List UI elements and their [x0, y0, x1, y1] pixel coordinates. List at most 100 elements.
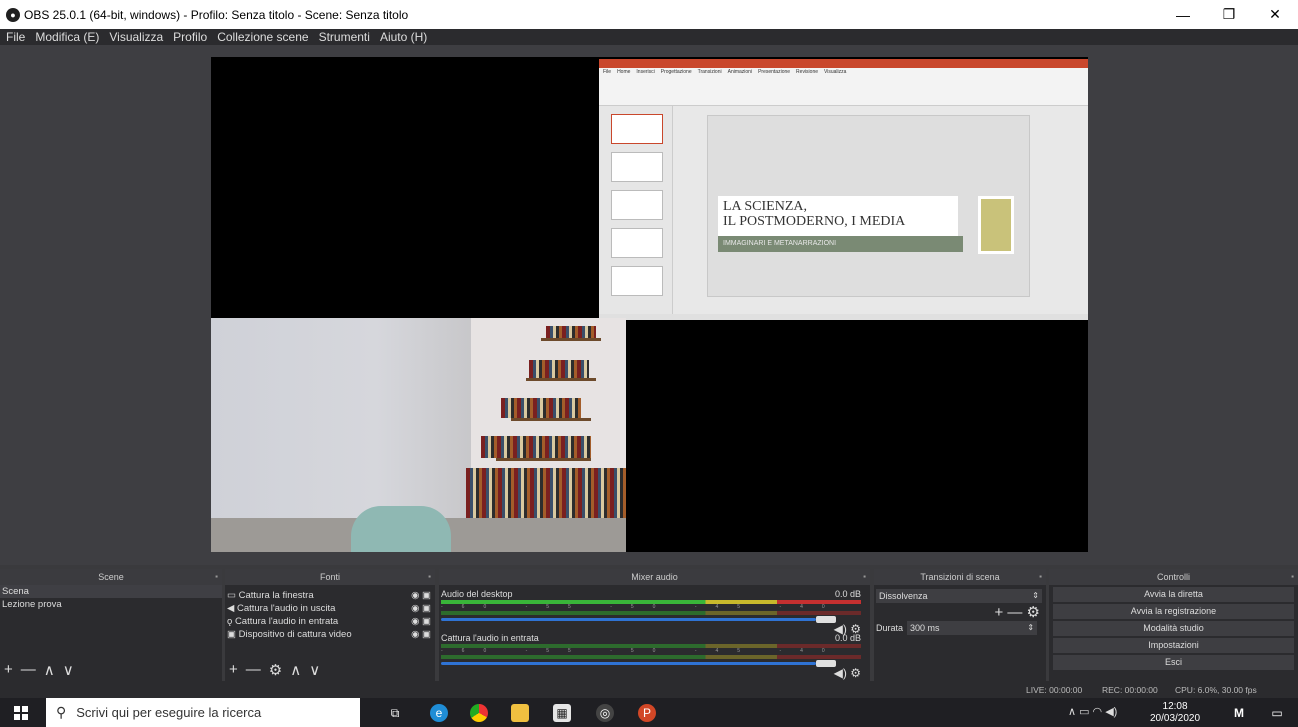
transitions-dock: Transizioni di scena ▪ Dissolvenza ⇕ + — ⚙…: [874, 569, 1046, 681]
meter-ticks: -60 -55 -50 -45 -40 -35 -30 -25 -20 -15 …: [441, 648, 861, 654]
move-scene-up-button[interactable]: ∧: [44, 661, 55, 679]
cpu-usage: CPU: 6.0%, 30.00 fps: [1175, 685, 1257, 695]
exit-button[interactable]: Esci: [1053, 655, 1294, 670]
app-tray-icon[interactable]: M: [1230, 704, 1248, 722]
taskbar-clock[interactable]: 12:08 20/03/2020: [1150, 701, 1200, 725]
volume-meter: [441, 611, 861, 615]
slide-image: [978, 196, 1014, 254]
live-timer: LIVE: 00:00:00: [1026, 685, 1083, 695]
obs-logo-icon: ●: [6, 7, 20, 22]
duration-label: Durata: [876, 623, 904, 633]
powerpoint-icon[interactable]: P: [638, 704, 656, 722]
window-icon: ▭: [227, 590, 236, 601]
transition-tools: + — ⚙: [874, 603, 1046, 621]
chair: [351, 506, 451, 552]
slide-preview: LA SCIENZA, IL POSTMODERNO, I MEDIA IMMA…: [707, 115, 1030, 297]
duration-spinbox[interactable]: 300 ms ⇕: [907, 621, 1038, 635]
video-capture-webcam: [211, 318, 626, 552]
mixer-track-mic: Cattura l'audio in entrata 0.0 dB -60 -55…: [441, 633, 861, 680]
add-transition-button[interactable]: +: [994, 604, 1003, 621]
transitions-title: Transizioni di scena: [920, 572, 1000, 582]
camera-icon: ▣: [227, 629, 236, 640]
cortana-icon[interactable]: ○: [345, 704, 363, 722]
controls-title: Controlli: [1156, 572, 1190, 582]
track-level: 0.0 dB: [834, 633, 861, 643]
volume-slider[interactable]: [441, 616, 836, 623]
scene-item[interactable]: Lezione prova: [0, 598, 222, 611]
source-item[interactable]: ▣ Dispositivo di cattura video ◉ ▣: [225, 628, 435, 641]
menu-strumenti[interactable]: Strumenti: [313, 30, 374, 44]
remove-source-button[interactable]: —: [246, 661, 261, 679]
start-recording-button[interactable]: Avvia la registrazione: [1053, 604, 1294, 619]
visibility-eye-icon[interactable]: ◉ ▣: [411, 589, 431, 602]
mixer-track-desktop: Audio del desktop 0.0 dB -60 -55 -50 -45 …: [441, 589, 861, 636]
visibility-eye-icon[interactable]: ◉ ▣: [411, 602, 431, 615]
track-name: Cattura l'audio in entrata: [441, 633, 539, 643]
source-properties-button[interactable]: ⚙: [269, 661, 282, 679]
visibility-eye-icon[interactable]: ◉ ▣: [411, 628, 431, 641]
scenes-dock: Scene ▪ Scena Lezione prova + — ∧ ∨: [0, 569, 222, 681]
search-icon: ⚲: [56, 704, 67, 720]
dropdown-icon: ⇕: [1032, 591, 1039, 600]
menu-file[interactable]: File: [0, 30, 29, 44]
mixer-dock: Mixer audio ▪ Audio del desktop 0.0 dB -60…: [439, 569, 870, 681]
obs-taskbar-icon[interactable]: ◎: [596, 704, 614, 722]
speaker-mute-icon[interactable]: ◀) ⚙: [834, 666, 861, 680]
title-bar: ● OBS 25.0.1 (64-bit, windows) - Profilo…: [0, 0, 1298, 29]
studio-mode-button[interactable]: Modalità studio: [1053, 621, 1294, 636]
menu-visualizza[interactable]: Visualizza: [103, 30, 167, 44]
preview-canvas[interactable]: File Home Inserisci Progettazione Transizion…: [211, 57, 1088, 552]
move-source-down-button[interactable]: ∨: [309, 661, 320, 679]
move-scene-down-button[interactable]: ∨: [63, 661, 74, 679]
move-source-up-button[interactable]: ∧: [290, 661, 301, 679]
remove-transition-button[interactable]: —: [1007, 604, 1022, 621]
menu-modifica[interactable]: Modifica (E): [29, 30, 103, 44]
remove-scene-button[interactable]: —: [21, 661, 36, 679]
start-streaming-button[interactable]: Avvia la diretta: [1053, 587, 1294, 602]
taskbar-search-box[interactable]: ⚲ Scrivi qui per eseguire la ricerca: [46, 698, 360, 727]
source-item[interactable]: ▭ Cattura la finestra ◉ ▣: [225, 589, 435, 602]
transition-select[interactable]: Dissolvenza ⇕: [876, 589, 1042, 603]
status-bar: LIVE: 00:00:00 REC: 00:00:00 CPU: 6.0%, …: [0, 681, 1298, 698]
meter-ticks: -60 -55 -50 -45 -40 -35 -30 -25 -20 -15 …: [441, 604, 861, 610]
source-item[interactable]: ◀ Cattura l'audio in uscita ◉ ▣: [225, 602, 435, 615]
volume-meter: [441, 655, 861, 659]
transition-properties-button[interactable]: ⚙: [1027, 604, 1040, 621]
volume-slider[interactable]: [441, 660, 836, 667]
window-capture-powerpoint: File Home Inserisci Progettazione Transizion…: [599, 59, 1088, 320]
rec-timer: REC: 00:00:00: [1102, 685, 1158, 695]
notifications-icon[interactable]: ▭: [1268, 704, 1286, 722]
close-button[interactable]: ✕: [1252, 0, 1298, 29]
maximize-button[interactable]: ❐: [1206, 0, 1252, 29]
sources-dock: Fonti ▪ ▭ Cattura la finestra ◉ ▣ ◀ Cattur…: [225, 569, 435, 681]
scenes-title: Scene: [98, 572, 124, 582]
menu-collezione-scene[interactable]: Collezione scene: [211, 30, 312, 44]
scene-item[interactable]: Scena: [0, 585, 222, 598]
speaker-icon: ◀: [227, 603, 235, 614]
add-source-button[interactable]: +: [229, 661, 238, 679]
controls-dock: Controlli ▪ Avvia la diretta Avvia la reg…: [1049, 569, 1298, 681]
settings-button[interactable]: Impostazioni: [1053, 638, 1294, 653]
task-view-icon[interactable]: ⧉: [386, 704, 404, 722]
slide-subtitle: IMMAGINARI E METANARRAZIONI: [718, 236, 963, 252]
windows-taskbar: ⚲ Scrivi qui per eseguire la ricerca ○ ⧉…: [0, 698, 1298, 727]
visibility-eye-icon[interactable]: ◉ ▣: [411, 615, 431, 628]
system-tray-icons[interactable]: ∧ ▭ ◠ ◀): [1068, 705, 1117, 718]
slide-title: LA SCIENZA, IL POSTMODERNO, I MEDIA: [718, 196, 958, 236]
menu-aiuto[interactable]: Aiuto (H): [374, 30, 431, 44]
menu-bar: File Modifica (E) Visualizza Profilo Col…: [0, 29, 1298, 45]
source-item[interactable]: ǫ Cattura l'audio in entrata ◉ ▣: [225, 615, 435, 628]
track-level: 0.0 dB: [834, 589, 861, 599]
edge-icon[interactable]: e: [430, 704, 448, 722]
menu-profilo[interactable]: Profilo: [167, 30, 211, 44]
minimize-button[interactable]: —: [1160, 0, 1206, 29]
windows-start-icon[interactable]: [14, 706, 28, 720]
sources-title: Fonti: [319, 572, 340, 582]
file-explorer-icon[interactable]: [511, 704, 529, 722]
add-scene-button[interactable]: +: [4, 661, 13, 679]
mixer-title: Mixer audio: [631, 572, 678, 582]
window-title: OBS 25.0.1 (64-bit, windows) - Profilo: …: [24, 7, 409, 22]
store-icon[interactable]: ▦: [553, 704, 571, 722]
chrome-icon[interactable]: [470, 704, 488, 722]
slide-thumbnails: [599, 106, 673, 314]
